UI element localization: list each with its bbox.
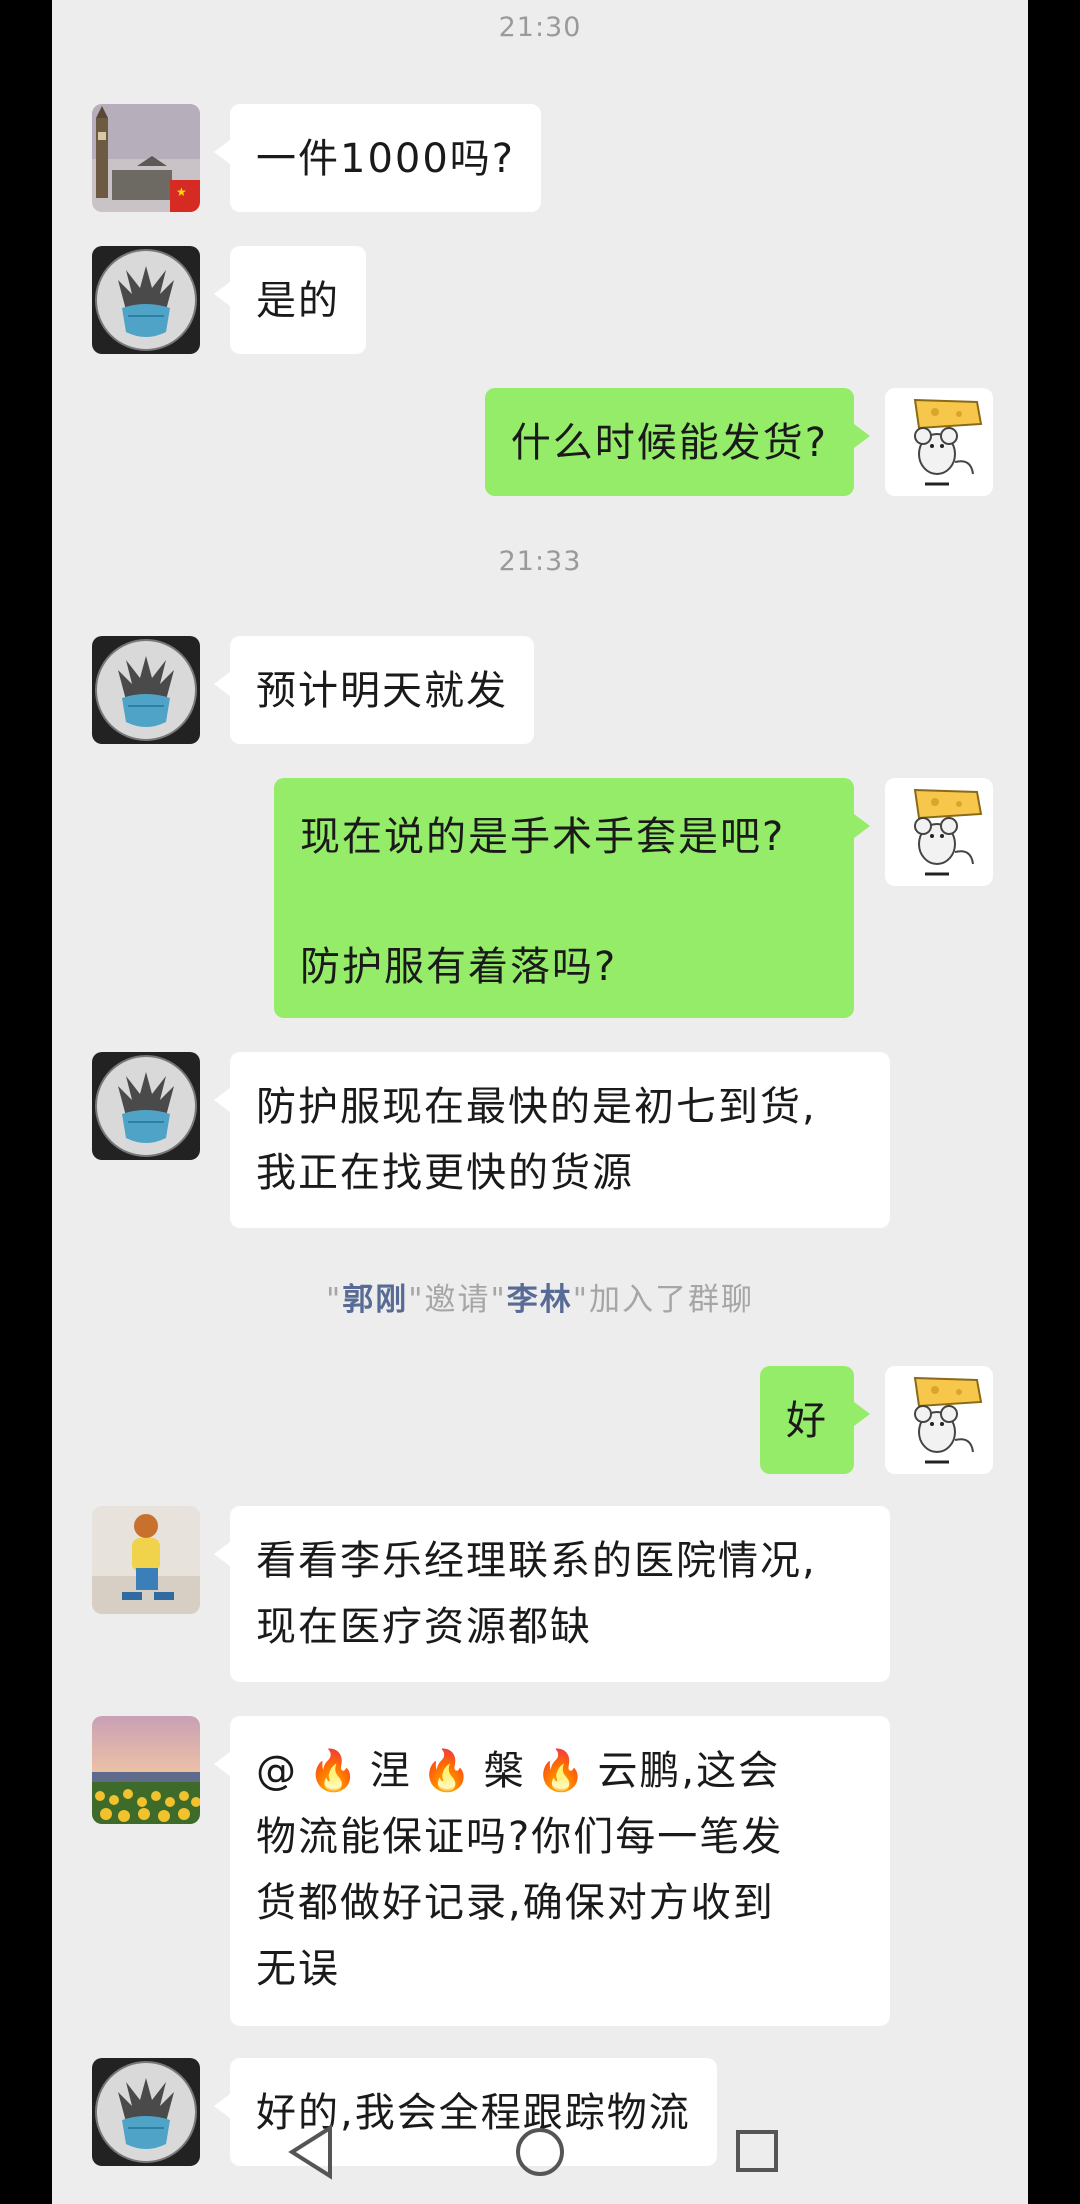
message-bubble[interactable]: 一件1000吗? xyxy=(213,104,542,212)
big-ben-avatar[interactable]: ★ xyxy=(92,104,200,212)
message-line: 防护服现在最快的是初七到货, xyxy=(256,1084,817,1130)
fire-icon: 🔥 xyxy=(535,1748,588,1794)
message-bubble[interactable]: 看看李乐经理联系的医院情况, 现在医疗资源都缺 xyxy=(214,1506,890,1682)
message-bubble-sent[interactable]: 什么时候能发货? xyxy=(484,388,871,496)
message-line: 物流能保证吗?你们每一笔发 xyxy=(256,1814,784,1860)
message-line: 现在说的是手术手套是吧? xyxy=(300,814,786,860)
wolf-mask-avatar[interactable] xyxy=(92,2058,200,2166)
message-line: 货都做好记录,确保对方收到 xyxy=(256,1880,775,1926)
message-bubble-sent[interactable]: 现在说的是手术手套是吧? 防护服有着落吗? xyxy=(274,778,870,1018)
fire-icon: 🔥 xyxy=(421,1748,474,1794)
wolf-mask-avatar[interactable] xyxy=(92,636,200,744)
inviter-name[interactable]: 郭刚 xyxy=(342,1282,408,1318)
mouse-cheese-avatar[interactable] xyxy=(885,1366,993,1474)
mouse-cheese-avatar[interactable] xyxy=(885,388,993,496)
message-bubble[interactable]: 防护服现在最快的是初七到货, 我正在找更快的货源 xyxy=(214,1052,890,1228)
recent-apps-icon[interactable] xyxy=(736,2130,778,2172)
message-line: 防护服有着落吗? xyxy=(300,944,618,990)
message-line: 现在医疗资源都缺 xyxy=(256,1604,592,1650)
message-bubble[interactable]: 是的 xyxy=(214,246,366,354)
home-icon[interactable] xyxy=(516,2128,564,2176)
back-icon[interactable] xyxy=(288,2124,332,2180)
child-photo-avatar[interactable] xyxy=(92,1506,200,1614)
wolf-mask-avatar[interactable] xyxy=(92,246,200,354)
message-bubble-sent[interactable]: 好 xyxy=(760,1366,870,1474)
message-line: @ 🔥 涅 🔥 槃 🔥 云鹏,这会 xyxy=(256,1738,864,1804)
navigation-bar xyxy=(288,2124,778,2180)
system-notice: "郭刚"邀请"李林"加入了群聊 xyxy=(325,1282,755,1318)
timestamp: 21:33 xyxy=(498,546,582,577)
mouse-cheese-avatar[interactable] xyxy=(885,778,993,886)
message-line: 我正在找更快的货源 xyxy=(256,1150,634,1196)
invitee-name[interactable]: 李林 xyxy=(507,1282,573,1318)
mention-at: @ xyxy=(256,1748,298,1794)
message-bubble[interactable]: @ 🔥 涅 🔥 槃 🔥 云鹏,这会 物流能保证吗?你们每一笔发 货都做好记录,确保对方收到 … xyxy=(214,1716,890,2026)
chat-screen: 21:30 ★ 一件1000吗? 是的 什么时候能发货? 21:33 预计明天就… xyxy=(52,0,1028,2204)
fire-icon: 🔥 xyxy=(308,1748,360,1794)
message-line: 看看李乐经理联系的医院情况, xyxy=(256,1538,817,1584)
timestamp: 21:30 xyxy=(498,12,582,43)
message-line: 无误 xyxy=(256,1946,340,1992)
wolf-mask-avatar[interactable] xyxy=(92,1052,200,1160)
svg-text:★: ★ xyxy=(176,185,187,199)
message-bubble[interactable]: 预计明天就发 xyxy=(214,636,534,744)
sunflower-field-avatar[interactable] xyxy=(92,1716,200,1824)
